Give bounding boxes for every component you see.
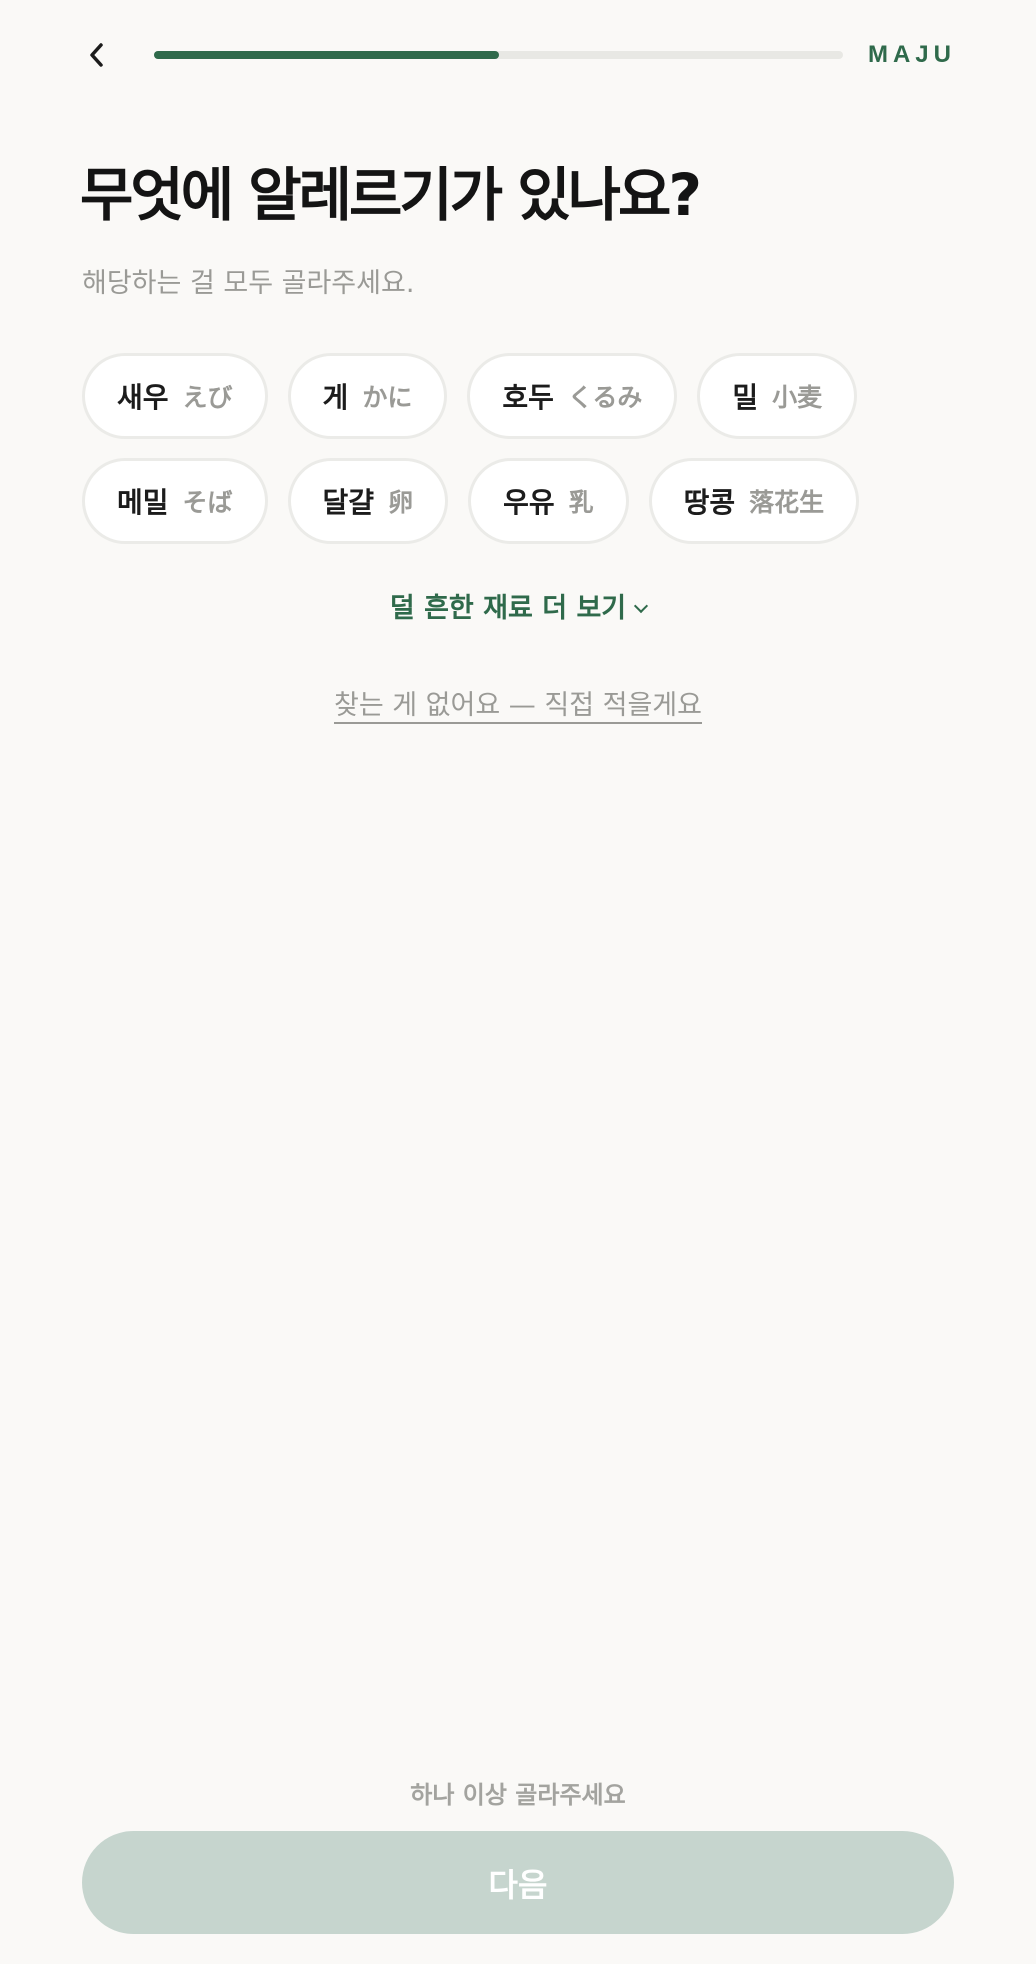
chevron-down-icon	[634, 598, 649, 614]
option-chip-shrimp[interactable]: 새우 えび	[82, 353, 268, 439]
brand-logo: MAJU	[867, 41, 956, 68]
back-button[interactable]	[80, 38, 114, 72]
option-label-ja: 卵	[388, 488, 414, 517]
option-label-ja: そば	[182, 488, 233, 517]
option-label-ja: 乳	[568, 488, 594, 517]
option-label-ja: かに	[362, 383, 413, 412]
progress-bar	[154, 51, 843, 59]
enter-custom-link[interactable]: 찾는 게 없어요 — 직접 적을게요	[0, 683, 1036, 724]
option-chip-buckwheat[interactable]: 메밀 そば	[82, 458, 268, 544]
show-more-ingredients-button[interactable]: 덜 흔한 재료 더 보기	[0, 586, 1036, 625]
option-label-ja: くるみ	[567, 383, 643, 412]
option-chip-peanut[interactable]: 땅콩 落花生	[648, 458, 860, 544]
option-chip-crab[interactable]: 게 かに	[287, 353, 448, 439]
allergen-options: 새우 えび 게 かに 호두 くるみ 밀 小麦 메밀 そば 달걀 卵 우유 乳 땅…	[82, 353, 862, 563]
next-button[interactable]: 다음	[82, 1831, 954, 1934]
option-label-ko: 우유	[503, 486, 555, 519]
option-label-ko: 밀	[732, 381, 759, 414]
page-title: 무엇에 알레르기가 있나요?	[80, 161, 702, 229]
option-label-ko: 게	[322, 381, 349, 414]
progress-bar-fill	[154, 51, 499, 59]
option-chip-wheat[interactable]: 밀 小麦	[697, 353, 858, 439]
page-subtitle: 해당하는 걸 모두 골라주세요.	[82, 268, 415, 299]
allergy-selection-screen: MAJU 무엇에 알레르기가 있나요? 해당하는 걸 모두 골라주세요. 새우 …	[0, 0, 1036, 1964]
option-chip-walnut[interactable]: 호두 くるみ	[467, 353, 678, 439]
option-label-ko: 새우	[117, 381, 169, 414]
option-row: 메밀 そば 달걀 卵 우유 乳 땅콩 落花生	[82, 458, 862, 544]
option-label-ja: 落花生	[749, 488, 825, 517]
option-chip-egg[interactable]: 달걀 卵	[287, 458, 449, 544]
option-chip-milk[interactable]: 우유 乳	[468, 458, 629, 544]
option-label-ko: 달걀	[322, 486, 375, 519]
show-more-label: 덜 흔한 재료 더 보기	[389, 593, 627, 624]
option-label-ja: 小麦	[772, 383, 823, 412]
option-label-ko: 메밀	[117, 486, 169, 519]
chevron-left-icon	[90, 43, 103, 67]
selection-hint: 하나 이상 골라주세요	[410, 1781, 626, 1809]
option-label-ko: 땅콩	[683, 486, 736, 519]
option-row: 새우 えび 게 かに 호두 くるみ 밀 小麦	[82, 353, 862, 439]
option-label-ko: 호두	[502, 381, 554, 414]
enter-custom-label: 찾는 게 없어요 — 직접 적을게요	[334, 690, 702, 724]
option-label-ja: えび	[182, 383, 233, 412]
